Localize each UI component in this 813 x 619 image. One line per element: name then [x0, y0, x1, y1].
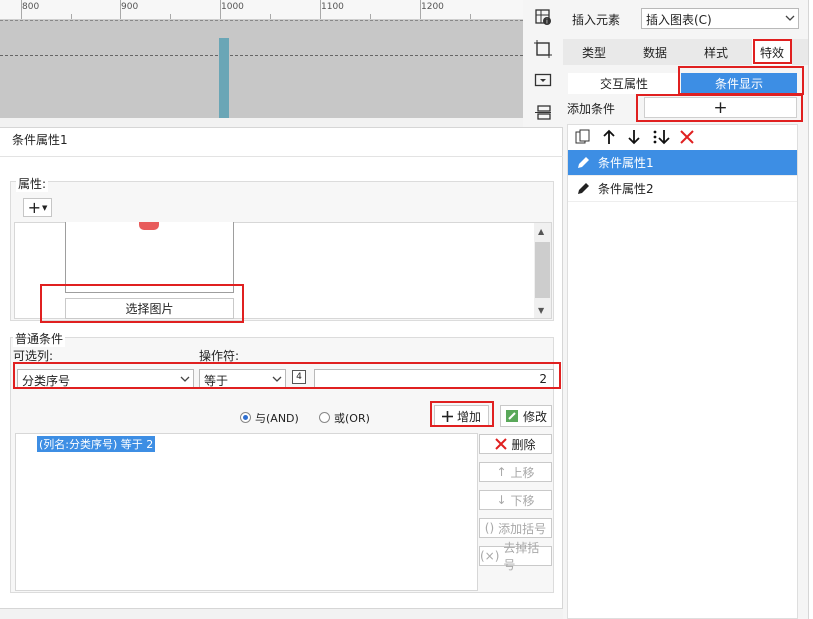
list-item-label: 条件属性1	[598, 156, 654, 170]
remove-bracket-icon: (×)	[480, 549, 500, 563]
ruler-label: 800	[22, 2, 40, 12]
selected-widget-bar[interactable]	[219, 38, 229, 118]
insert-element-label: 插入元素	[572, 13, 621, 27]
scroll-up-icon[interactable]: ▲	[538, 227, 544, 236]
crop-frame-icon[interactable]	[532, 38, 554, 60]
plus-icon: +	[27, 198, 41, 217]
tab-effects[interactable]: 特效	[752, 39, 792, 65]
arrow-up-icon: ↑	[496, 465, 507, 479]
scrollbar-thumb[interactable]	[535, 242, 550, 298]
insert-element-select[interactable]: 插入图表(C)	[641, 8, 799, 29]
move-up-button[interactable]: ↑ 上移	[479, 462, 552, 482]
condition-list[interactable]	[15, 433, 478, 591]
list-item-label: 条件属性2	[598, 182, 654, 196]
add-button-label: 增加	[456, 409, 481, 424]
move-bottom-icon[interactable]	[652, 129, 672, 145]
horizontal-ruler: 800 900 1000 1100 1200	[0, 0, 523, 20]
chevron-down-icon: ▼	[42, 203, 48, 212]
delete-button-label: 删除	[511, 437, 536, 452]
value-mode-icon[interactable]: 4	[292, 370, 306, 384]
column-label: 可选列:	[13, 349, 54, 363]
add-condition-label: 添加条件	[567, 102, 616, 116]
operator-select[interactable]: 等于	[199, 369, 286, 389]
or-radio[interactable]	[319, 412, 330, 423]
subtab-interaction[interactable]: 交互属性	[568, 73, 680, 94]
arrow-down-icon[interactable]	[626, 129, 642, 145]
dropdown-box-icon[interactable]	[532, 69, 554, 91]
bracket-icon: ()	[484, 521, 495, 535]
attribute-label: 属性:	[16, 175, 49, 192]
ruler-label: 1100	[321, 2, 344, 12]
delete-button[interactable]: 删除	[479, 434, 552, 454]
ruler-label: 900	[121, 2, 139, 12]
guide-line	[0, 55, 523, 56]
move-down-label: 下移	[510, 493, 535, 508]
column-select[interactable]: 分类序号	[17, 369, 194, 389]
design-canvas[interactable]	[0, 20, 523, 118]
chevron-down-icon[interactable]	[271, 373, 283, 385]
window-edge	[808, 0, 813, 619]
layers-icon[interactable]	[532, 102, 554, 124]
arrow-up-icon[interactable]	[601, 129, 617, 145]
move-up-label: 上移	[510, 465, 535, 480]
add-bracket-label: 添加括号	[498, 521, 547, 536]
plus-icon	[441, 410, 453, 422]
image-preview-frame	[65, 222, 234, 293]
remove-bracket-label: 去掉括号	[503, 541, 540, 572]
divider	[0, 156, 563, 157]
and-radio-label: 与(AND)	[255, 412, 299, 425]
panel-title: 条件属性1	[12, 133, 68, 147]
tab-type[interactable]: 类型	[566, 39, 622, 65]
image-preview-content	[139, 222, 159, 230]
status-bar	[0, 608, 563, 619]
delete-x-icon[interactable]	[679, 129, 695, 145]
add-condition-button[interactable]: +	[644, 97, 797, 118]
operator-label: 操作符:	[199, 349, 240, 363]
arrow-down-icon: ↓	[496, 493, 507, 507]
scroll-down-icon[interactable]: ▼	[538, 306, 544, 315]
modify-button-label: 修改	[522, 409, 547, 424]
chevron-down-icon[interactable]	[784, 12, 796, 24]
general-conditions-label: 普通条件	[13, 330, 66, 347]
list-item[interactable]: 条件属性1	[568, 150, 797, 176]
ruler-label: 1000	[221, 2, 244, 12]
pencil-icon	[568, 182, 598, 196]
grid-settings-icon[interactable]: i	[532, 6, 554, 28]
chevron-down-icon[interactable]	[179, 373, 191, 385]
modify-icon	[505, 410, 518, 422]
list-item[interactable]: 条件属性2	[568, 176, 797, 202]
condition-list-item[interactable]: (列名:分类序号) 等于 2	[37, 436, 156, 452]
remove-bracket-button[interactable]: (×) 去掉括号	[479, 541, 552, 572]
select-image-button[interactable]: 选择图片	[65, 298, 234, 319]
add-attribute-button[interactable]: + ▼	[23, 198, 52, 217]
value-input[interactable]: 2	[314, 369, 554, 389]
subtab-conditional-display[interactable]: 条件显示	[681, 73, 797, 94]
side-toolbar: i	[523, 0, 563, 128]
move-down-button[interactable]: ↓ 下移	[479, 490, 552, 510]
or-radio-label: 或(OR)	[334, 412, 370, 425]
delete-x-icon	[495, 438, 508, 450]
column-select-value: 分类序号	[22, 374, 71, 388]
and-radio[interactable]	[240, 412, 251, 423]
tab-data[interactable]: 数据	[626, 39, 684, 65]
insert-select-value: 插入图表(C)	[646, 13, 712, 27]
tab-style[interactable]: 样式	[688, 39, 744, 65]
add-bracket-button[interactable]: () 添加括号	[479, 518, 552, 538]
ruler-label: 1200	[421, 2, 444, 12]
modify-button[interactable]: 修改	[500, 405, 552, 427]
add-condition-item-button[interactable]: 增加	[434, 405, 489, 427]
operator-select-value: 等于	[204, 374, 229, 388]
pencil-icon	[568, 156, 598, 170]
copy-icon[interactable]	[575, 129, 591, 145]
